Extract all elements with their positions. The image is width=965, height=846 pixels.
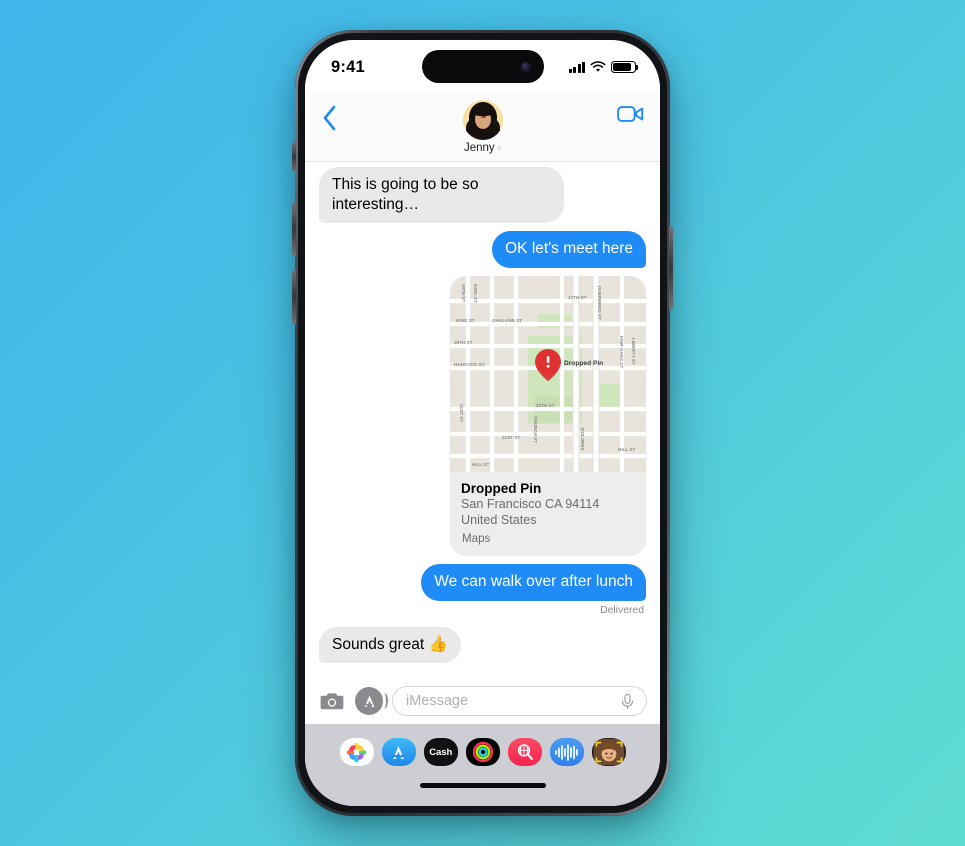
contact-header[interactable]: Jenny ›: [462, 100, 503, 154]
app-store-icon[interactable]: [355, 687, 388, 715]
chevron-right-icon: ›: [497, 142, 502, 153]
volume-down-button[interactable]: [292, 270, 296, 324]
volume-up-button[interactable]: [292, 202, 296, 256]
delivery-status-row: Delivered: [319, 605, 644, 616]
app-icon-images[interactable]: [507, 738, 542, 766]
svg-text:HILL ST: HILL ST: [618, 447, 635, 452]
svg-text:DOLORES: DOLORES: [580, 428, 585, 451]
svg-text:18TH ST: 18TH ST: [454, 340, 473, 345]
microphone-icon[interactable]: [619, 693, 636, 710]
facetime-video-button[interactable]: [617, 104, 644, 129]
svg-text:KING ST: KING ST: [456, 318, 475, 323]
svg-text:Dropped Pin: Dropped Pin: [564, 360, 603, 367]
message-row: Sounds great 👍: [314, 626, 646, 664]
svg-text:FAIR OAKS ST: FAIR OAKS ST: [619, 336, 624, 368]
message-input-field[interactable]: iMessage: [392, 686, 647, 716]
status-bar-indicators: [568, 61, 639, 73]
home-indicator-area: [305, 780, 660, 806]
power-button[interactable]: [669, 226, 673, 310]
phone-device-frame: 9:41 Jenny › This is going to be so inte…: [292, 30, 673, 816]
svg-text:17TH ST: 17TH ST: [568, 295, 587, 300]
message-input-bar: iMessage: [305, 678, 660, 724]
map-card-source-label: Maps: [462, 532, 491, 546]
svg-text:CHURCH ST: CHURCH ST: [533, 416, 538, 443]
message-list[interactable]: This is going to be so interesting… OK l…: [305, 162, 660, 678]
app-icon-memoji[interactable]: [591, 738, 626, 766]
app-icon-audio[interactable]: [549, 738, 584, 766]
cellular-signal-icon: [568, 61, 585, 73]
map-card-source: Maps: [461, 532, 635, 545]
status-bar-time: 9:41: [331, 57, 365, 76]
svg-text:HILL ST: HILL ST: [472, 462, 489, 467]
message-input-placeholder: iMessage: [406, 693, 469, 709]
delivered-status: Delivered: [600, 604, 644, 616]
message-row: OK let's meet here: [319, 231, 651, 268]
status-bar: 9:41: [305, 40, 660, 90]
phone-screen: 9:41 Jenny › This is going to be so inte…: [305, 40, 660, 806]
map-card-title: Dropped Pin: [461, 480, 542, 496]
contact-name-row: Jenny ›: [464, 142, 501, 154]
map-image[interactable]: 17TH ST OAKLAND ST 18TH ST HANCOCK ST 20…: [450, 275, 646, 472]
svg-text:GUERRERO ST: GUERRERO ST: [597, 286, 602, 320]
map-card-info: Dropped Pin San Francisco CA 94114 Unite…: [450, 471, 646, 557]
message-row: We can walk over after lunch: [319, 564, 651, 601]
map-card-address-line-2: United States: [461, 513, 537, 528]
home-indicator[interactable]: [419, 783, 546, 788]
back-button[interactable]: [321, 104, 349, 134]
app-icon-fitness[interactable]: [465, 738, 500, 766]
map-card-address-line-1: San Francisco CA 94114: [461, 497, 600, 512]
svg-text:LIBERTY ST: LIBERTY ST: [631, 338, 636, 365]
dynamic-island: [421, 50, 544, 83]
contact-name: Jenny: [463, 142, 495, 154]
message-bubble-incoming[interactable]: This is going to be so interesting…: [314, 167, 564, 224]
app-icon-apple-cash-label: Cash: [429, 746, 453, 758]
front-camera-icon: [520, 61, 531, 72]
svg-text:20TH ST: 20TH ST: [536, 403, 555, 408]
map-location-card[interactable]: 17TH ST OAKLAND ST 18TH ST HANCOCK ST 20…: [450, 275, 646, 557]
message-bubble-outgoing[interactable]: We can walk over after lunch: [421, 564, 651, 601]
wifi-icon: [590, 61, 606, 72]
svg-text:HANCOCK ST: HANCOCK ST: [454, 362, 485, 367]
imessage-app-drawer[interactable]: Cash: [305, 724, 660, 780]
svg-text:21ST ST: 21ST ST: [459, 404, 464, 422]
silent-switch-button[interactable]: [292, 142, 296, 172]
message-row: 17TH ST OAKLAND ST 18TH ST HANCOCK ST 20…: [319, 275, 646, 557]
message-row: This is going to be so interesting…: [314, 167, 646, 224]
svg-text:21ST ST: 21ST ST: [502, 435, 520, 440]
svg-text:OAKLAND ST: OAKLAND ST: [492, 318, 522, 323]
message-bubble-incoming[interactable]: Sounds great 👍: [314, 626, 461, 664]
svg-text:KING ST: KING ST: [473, 284, 478, 303]
app-icon-apple-cash[interactable]: Cash: [423, 738, 458, 766]
avatar[interactable]: [462, 100, 503, 140]
camera-icon[interactable]: [318, 687, 346, 715]
battery-icon: [611, 61, 639, 73]
message-bubble-outgoing[interactable]: OK let's meet here: [492, 231, 651, 268]
app-icon-app-store[interactable]: [381, 738, 416, 766]
svg-text:19TH ST: 19TH ST: [461, 284, 466, 303]
conversation-nav-bar: Jenny ›: [305, 90, 660, 162]
app-icon-photos[interactable]: [339, 738, 374, 766]
